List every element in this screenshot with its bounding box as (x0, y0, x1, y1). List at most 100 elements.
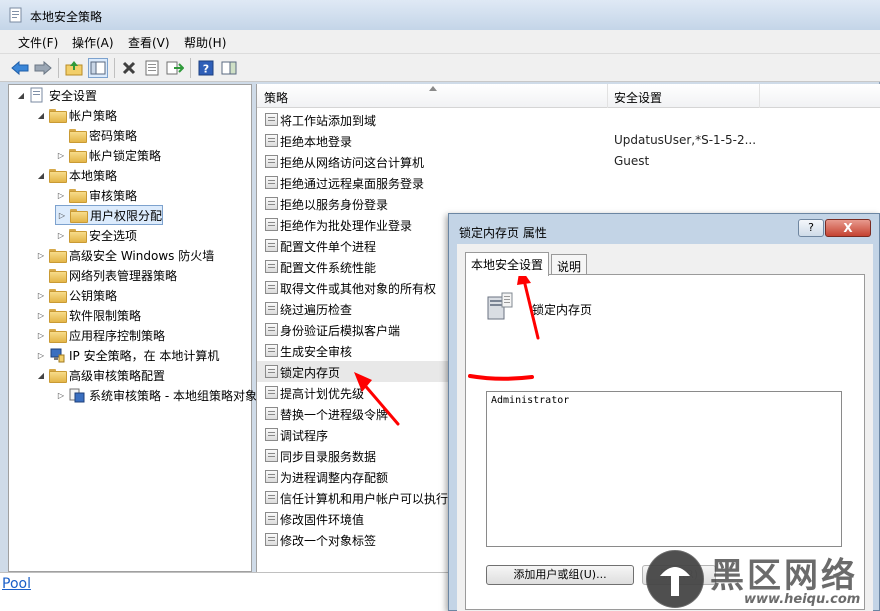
menu-action[interactable]: 操作(A) (70, 34, 116, 51)
user-list[interactable]: Administrator (486, 391, 842, 547)
no-arrow (55, 129, 67, 141)
local-security-policy-icon (9, 7, 22, 23)
folder-icon (69, 229, 87, 243)
collapsed-arrow-icon[interactable]: ▷ (35, 249, 47, 261)
up-folder-icon[interactable] (64, 58, 84, 78)
policy-icon (265, 176, 278, 189)
list-row[interactable]: 拒绝从网络访问这台计算机 Guest (257, 151, 880, 172)
collapsed-arrow-icon[interactable]: ▷ (55, 229, 67, 241)
tree-node[interactable]: ◢ 安全设置 (15, 85, 97, 105)
tab-explain[interactable]: 说明 (551, 254, 588, 276)
tree-node[interactable]: ▷ 审核策略 (55, 185, 137, 205)
policy-icon (265, 239, 278, 252)
policy-name-cell: 拒绝本地登录 (280, 135, 353, 149)
tab-local-security-setting[interactable]: 本地安全设置 (465, 252, 550, 276)
tree-node[interactable]: ◢ 高级审核策略配置 (35, 365, 165, 385)
add-user-button[interactable]: 添加用户或组(U)... (486, 565, 634, 585)
collapsed-arrow-icon[interactable]: ▷ (35, 289, 47, 301)
collapsed-arrow-icon[interactable]: ▷ (35, 349, 47, 361)
menu-view[interactable]: 查看(V) (126, 34, 172, 51)
tree-node[interactable]: ▷ IP 安全策略，在 本地计算机 (35, 345, 219, 365)
collapsed-arrow-icon[interactable]: ▷ (55, 389, 67, 401)
tree-node-label: 公钥策略 (69, 288, 118, 303)
window-title: 本地安全策略 (30, 10, 103, 24)
tree-node-label: 高级审核策略配置 (69, 368, 166, 383)
expanded-arrow-icon[interactable]: ◢ (35, 169, 47, 181)
policy-name-cell: 为进程调整内存配额 (280, 471, 389, 485)
tree-node[interactable]: ▷ 公钥策略 (35, 285, 117, 305)
list-row[interactable]: 将工作站添加到域 (257, 109, 880, 130)
title-bar[interactable]: 本地安全策略 (0, 0, 880, 30)
policy-name-cell: 取得文件或其他对象的所有权 (280, 282, 437, 296)
back-icon[interactable] (10, 58, 30, 78)
close-button[interactable]: X (825, 219, 871, 237)
tree-node-label: 帐户锁定策略 (89, 148, 162, 163)
tree-node[interactable]: ◢ 本地策略 (35, 165, 117, 185)
policy-name-cell: 拒绝通过远程桌面服务登录 (280, 177, 425, 191)
policy-icon (265, 512, 278, 525)
policy-icon (265, 365, 278, 378)
tree-node[interactable]: 密码策略 (55, 125, 137, 145)
collapsed-arrow-icon[interactable]: ▷ (35, 309, 47, 321)
collapsed-arrow-icon[interactable]: ▷ (55, 189, 67, 201)
collapsed-arrow-icon[interactable]: ▷ (56, 209, 68, 221)
expanded-arrow-icon[interactable]: ◢ (35, 109, 47, 121)
menu-file[interactable]: 文件(F) (16, 34, 60, 51)
tree-node[interactable]: ▷ 安全选项 (55, 225, 137, 245)
policy-name-cell: 身份验证后模拟客户端 (280, 324, 401, 338)
policy-name-cell: 拒绝以服务身份登录 (280, 198, 389, 212)
collapsed-arrow-icon[interactable]: ▷ (35, 329, 47, 341)
tree-node[interactable]: ▷ 帐户锁定策略 (55, 145, 161, 165)
tree-node-label: 软件限制策略 (69, 308, 142, 323)
policy-name-cell: 配置文件系统性能 (280, 261, 377, 275)
expanded-arrow-icon[interactable]: ◢ (15, 89, 27, 101)
list-row[interactable]: 拒绝通过远程桌面服务登录 (257, 172, 880, 193)
policy-icon (265, 533, 278, 546)
watermark-logo (646, 550, 704, 608)
show-tree-icon[interactable] (88, 58, 108, 78)
tree-node-label: IP 安全策略，在 本地计算机 (69, 348, 220, 363)
forward-icon[interactable] (33, 58, 53, 78)
help-icon[interactable]: ? (196, 58, 216, 78)
help-button[interactable]: ? (798, 219, 824, 237)
expanded-arrow-icon[interactable]: ◢ (35, 369, 47, 381)
tree-node[interactable]: ▷ 软件限制策略 (35, 305, 141, 325)
column-security-setting[interactable]: 安全设置 (614, 89, 662, 106)
list-row[interactable]: 拒绝以服务身份登录 (257, 193, 880, 214)
tree-node-label: 系统审核策略 - 本地组策略对象 (89, 388, 257, 403)
folder-icon (69, 149, 87, 163)
properties-icon[interactable] (142, 58, 162, 78)
panel-icon[interactable] (219, 58, 239, 78)
policy-tree: ◢ 安全设置 ◢ 帐户策略 密码策略 ▷ 帐户锁定策略 ◢ 本地策略 ▷ 审核策略 ▷ 用户权限分配 ▷ 安… (8, 84, 257, 572)
pool-link[interactable]: Pool (2, 576, 31, 592)
policy-icon (265, 323, 278, 336)
policy-icon (265, 197, 278, 210)
folder-icon (49, 169, 67, 183)
menu-help[interactable]: 帮助(H) (182, 34, 228, 51)
svg-text:?: ? (203, 63, 209, 76)
watermark-text: 黑区网络 (710, 556, 858, 596)
column-policy[interactable]: 策略 (264, 89, 288, 106)
list-row[interactable]: 拒绝本地登录 UpdatusUser,*S-1-5-2... (257, 130, 880, 151)
policy-name-cell: 锁定内存页 (280, 366, 341, 380)
tree-node[interactable]: ▷ 应用程序控制策略 (35, 325, 165, 345)
delete-icon[interactable] (119, 58, 139, 78)
export-icon[interactable] (165, 58, 185, 78)
tree-node[interactable]: ▷ 用户权限分配 (55, 205, 164, 225)
tree-node[interactable]: ▷ 高级安全 Windows 防火墙 (35, 245, 214, 265)
collapsed-arrow-icon[interactable]: ▷ (55, 149, 67, 161)
policy-icon (265, 344, 278, 357)
tree-node-label: 审核策略 (89, 188, 138, 203)
tree-node[interactable]: ◢ 帐户策略 (35, 105, 117, 125)
watermark-url: www.heiqu.com (744, 592, 861, 607)
policy-icon (265, 281, 278, 294)
policy-name-cell: 修改固件环境值 (280, 513, 365, 527)
sort-asc-icon (429, 86, 437, 91)
tree-node[interactable]: ▷ 系统审核策略 - 本地组策略对象 (55, 385, 257, 405)
user-item[interactable]: Administrator (491, 395, 569, 406)
policy-name-cell: 信任计算机和用户帐户可以执行 (280, 492, 449, 506)
folder-icon (49, 269, 67, 283)
tree-node-label: 应用程序控制策略 (69, 328, 166, 343)
tree-node[interactable]: 网络列表管理器策略 (35, 265, 177, 285)
ip-security-icon (49, 347, 65, 363)
